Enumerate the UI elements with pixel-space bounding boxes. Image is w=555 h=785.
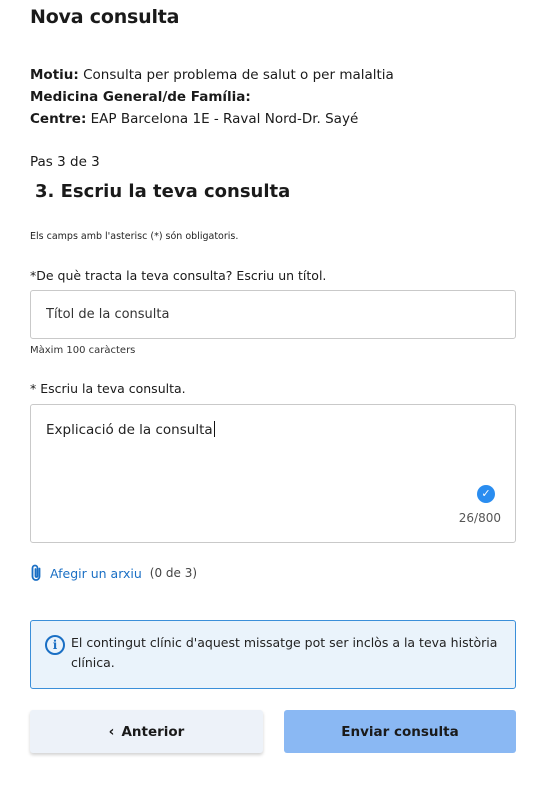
previous-button[interactable]: ‹ Anterior bbox=[30, 710, 263, 753]
center-line: Centre: EAP Barcelona 1E - Raval Nord-Dr… bbox=[30, 108, 394, 130]
info-icon: i bbox=[45, 635, 65, 655]
title-field-label: *De què tracta la teva consulta? Escriu … bbox=[30, 268, 327, 283]
center-label: Centre: bbox=[30, 111, 87, 127]
previous-button-label: Anterior bbox=[121, 723, 185, 740]
attach-file-row: Afegir un arxiu (0 de 3) bbox=[30, 564, 197, 582]
attachment-count: (0 de 3) bbox=[149, 566, 198, 580]
reason-line: Motiu: Consulta per problema de salut o … bbox=[30, 64, 394, 86]
text-caret bbox=[213, 421, 215, 437]
paperclip-icon bbox=[31, 564, 41, 581]
step-indicator: Pas 3 de 3 bbox=[30, 154, 100, 170]
reason-value: Consulta per problema de salut o per mal… bbox=[83, 67, 394, 83]
consultation-textarea[interactable]: Explicació de la consulta ✓ 26/800 bbox=[30, 404, 516, 543]
title-input[interactable] bbox=[30, 290, 516, 339]
notice-text: El contingut clínic d'aquest missatge po… bbox=[71, 635, 498, 670]
body-field-label: * Escriu la teva consulta. bbox=[30, 381, 186, 396]
clinical-notice: i El contingut clínic d'aquest missatge … bbox=[30, 620, 516, 689]
page-title: Nova consulta bbox=[30, 6, 180, 28]
textarea-content: Explicació de la consulta bbox=[46, 421, 215, 438]
specialty-label: Medicina General/de Família: bbox=[30, 89, 251, 105]
reason-label: Motiu: bbox=[30, 67, 79, 83]
char-counter: 26/800 bbox=[458, 511, 501, 525]
consultation-info: Motiu: Consulta per problema de salut o … bbox=[30, 64, 394, 130]
title-hint: Màxim 100 caràcters bbox=[30, 345, 136, 356]
attach-file-link[interactable]: Afegir un arxiu bbox=[50, 566, 142, 581]
chevron-left-icon: ‹ bbox=[108, 723, 115, 740]
send-button-label: Enviar consulta bbox=[341, 723, 459, 740]
textarea-value: Explicació de la consulta bbox=[46, 422, 213, 438]
send-consultation-button[interactable]: Enviar consulta bbox=[284, 710, 516, 753]
required-fields-note: Els camps amb l'asterisc (*) són obligat… bbox=[30, 231, 239, 242]
step-title: 3. Escriu la teva consulta bbox=[35, 181, 291, 202]
center-value: EAP Barcelona 1E - Raval Nord-Dr. Sayé bbox=[90, 111, 359, 127]
check-circle-icon: ✓ bbox=[477, 485, 495, 503]
specialty-line: Medicina General/de Família: bbox=[30, 86, 394, 108]
